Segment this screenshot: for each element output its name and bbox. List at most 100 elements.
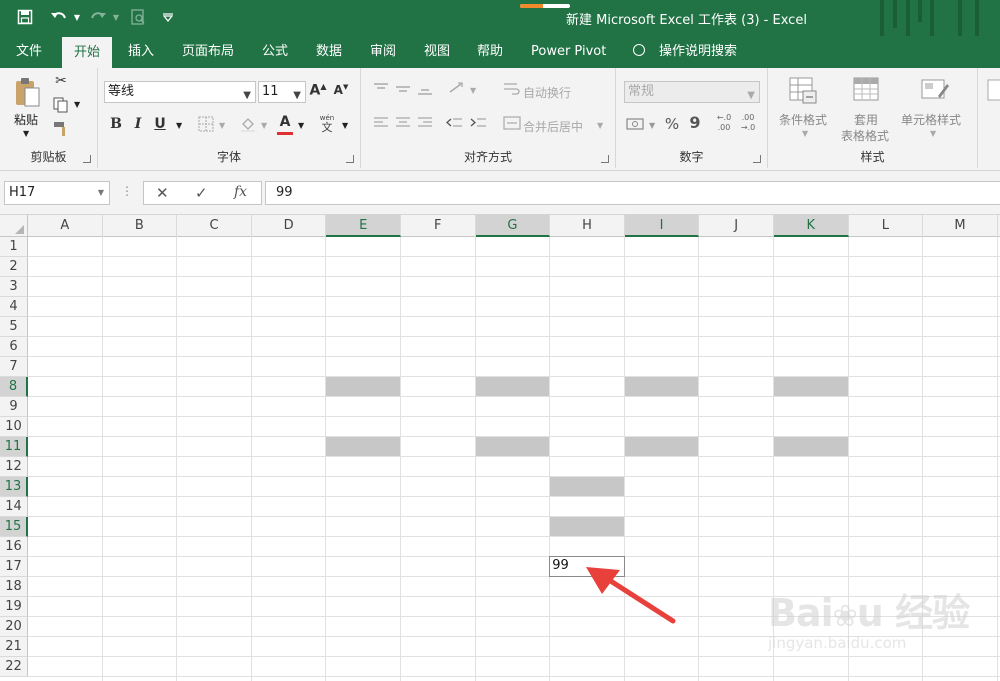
paste-label[interactable]: 粘贴 [14,111,38,128]
column-header-f[interactable]: F [401,215,476,237]
tab-review[interactable]: 审阅 [370,36,396,68]
shrink-font-icon[interactable]: A▼ [332,83,350,103]
cancel-button[interactable]: ✕ [156,184,169,202]
column-header-i[interactable]: I [624,215,700,237]
currency-dropdown-icon[interactable]: ▼ [649,121,655,130]
column-header-m[interactable]: M [923,215,998,237]
font-launcher-icon[interactable] [346,155,354,163]
increase-indent-icon[interactable] [469,116,487,130]
column-header-l[interactable]: L [849,215,924,237]
phonetic-guide-icon[interactable]: wén 文 [316,113,338,135]
active-cell-h17[interactable]: 99 [549,556,625,577]
font-color-icon[interactable]: A [276,114,294,135]
tab-data[interactable]: 数据 [316,36,342,68]
column-header-g[interactable]: G [475,215,551,237]
tab-view[interactable]: 视图 [424,36,450,68]
align-left-icon[interactable] [373,116,389,130]
shaded-cell-k8[interactable] [774,377,848,396]
currency-icon[interactable] [626,116,646,132]
row-header-20[interactable]: 20 [0,617,28,637]
decrease-indent-icon[interactable] [445,116,463,130]
cell-styles-icon[interactable] [920,76,950,104]
row-header-14[interactable]: 14 [0,497,28,517]
font-name-select[interactable]: 等线 ▼ [104,81,256,103]
format-as-table-label-1[interactable]: 套用 [854,111,878,128]
column-header-h[interactable]: H [550,215,625,237]
row-header-5[interactable]: 5 [0,317,28,337]
row-header-7[interactable]: 7 [0,357,28,377]
merge-center-icon[interactable] [503,115,521,131]
row-header-21[interactable]: 21 [0,637,28,657]
row-header-13[interactable]: 13 [0,477,28,497]
row-header-10[interactable]: 10 [0,417,28,437]
paste-icon[interactable] [10,76,46,107]
row-header-22[interactable]: 22 [0,657,28,677]
align-bottom-icon[interactable] [417,82,433,96]
customize-qat-icon[interactable] [160,6,176,28]
align-center-icon[interactable] [395,116,411,130]
column-header-a[interactable]: A [28,215,103,237]
shaded-cell-g8[interactable] [475,377,550,396]
shaded-cell-h13[interactable] [550,477,624,496]
print-preview-icon[interactable] [127,6,149,28]
bold-button[interactable]: B [108,116,124,134]
undo-dropdown-icon[interactable]: ▼ [73,6,81,28]
column-header-b[interactable]: B [103,215,178,237]
column-header-j[interactable]: J [699,215,774,237]
column-header-d[interactable]: D [252,215,327,237]
tab-file[interactable]: 文件 [16,36,42,68]
redo-icon[interactable] [86,6,110,28]
formula-input[interactable]: 99 [265,181,1000,205]
copy-icon[interactable] [52,97,70,115]
shaded-cell-i8[interactable] [624,377,699,396]
align-middle-icon[interactable] [395,82,411,96]
shaded-cell-e11[interactable] [326,437,400,456]
shaded-cell-k11[interactable] [774,437,848,456]
underline-dropdown-icon[interactable]: ▼ [176,121,182,130]
fill-color-icon[interactable] [238,115,258,135]
clipboard-launcher-icon[interactable] [83,155,91,163]
shaded-cell-h15[interactable] [550,517,624,536]
wrap-text-icon[interactable] [503,81,521,97]
fill-color-dropdown-icon[interactable]: ▼ [261,121,267,130]
row-header-4[interactable]: 4 [0,297,28,317]
percent-button[interactable]: % [664,115,680,133]
row-header-18[interactable]: 18 [0,577,28,597]
merge-dropdown-icon[interactable]: ▼ [597,121,603,130]
phonetic-dropdown-icon[interactable]: ▼ [342,121,348,130]
alignment-launcher-icon[interactable] [601,155,609,163]
tab-home[interactable]: 开始 [62,37,113,68]
format-painter-icon[interactable] [52,121,70,139]
conditional-dropdown-icon[interactable]: ▼ [802,129,808,138]
shaded-cell-e8[interactable] [326,377,400,396]
orientation-icon[interactable] [447,80,467,96]
row-header-16[interactable]: 16 [0,537,28,557]
insert-function-button[interactable]: fx [234,184,247,200]
enter-button[interactable]: ✓ [195,184,208,202]
row-header-17[interactable]: 17 [0,557,28,577]
tab-insert[interactable]: 插入 [128,36,154,68]
redo-dropdown-icon[interactable]: ▼ [112,6,120,28]
save-icon[interactable] [14,6,36,28]
number-launcher-icon[interactable] [753,155,761,163]
comma-style-button[interactable]: 9 [688,113,702,132]
copy-dropdown-icon[interactable]: ▼ [74,100,80,109]
orientation-dropdown-icon[interactable]: ▼ [470,86,476,95]
select-all-button[interactable] [0,215,28,237]
increase-decimal-button[interactable]: ←.0 .00 [714,113,734,135]
borders-icon[interactable] [196,115,216,135]
conditional-formatting-icon[interactable] [788,76,818,104]
tell-me-search[interactable]: 操作说明搜索 [633,36,737,68]
borders-dropdown-icon[interactable]: ▼ [219,121,225,130]
conditional-formatting-label[interactable]: 条件格式 [779,111,827,128]
number-format-select[interactable]: 常规 ▼ [624,81,760,103]
underline-button[interactable]: U [152,116,168,134]
row-header-1[interactable]: 1 [0,237,28,257]
italic-button[interactable]: I [130,116,146,134]
row-header-19[interactable]: 19 [0,597,28,617]
name-box[interactable]: H17 ▼ [4,181,110,205]
font-color-dropdown-icon[interactable]: ▼ [298,121,304,130]
font-size-select[interactable]: 11 ▼ [258,81,306,103]
row-header-11[interactable]: 11 [0,437,28,457]
tab-formulas[interactable]: 公式 [262,36,288,68]
